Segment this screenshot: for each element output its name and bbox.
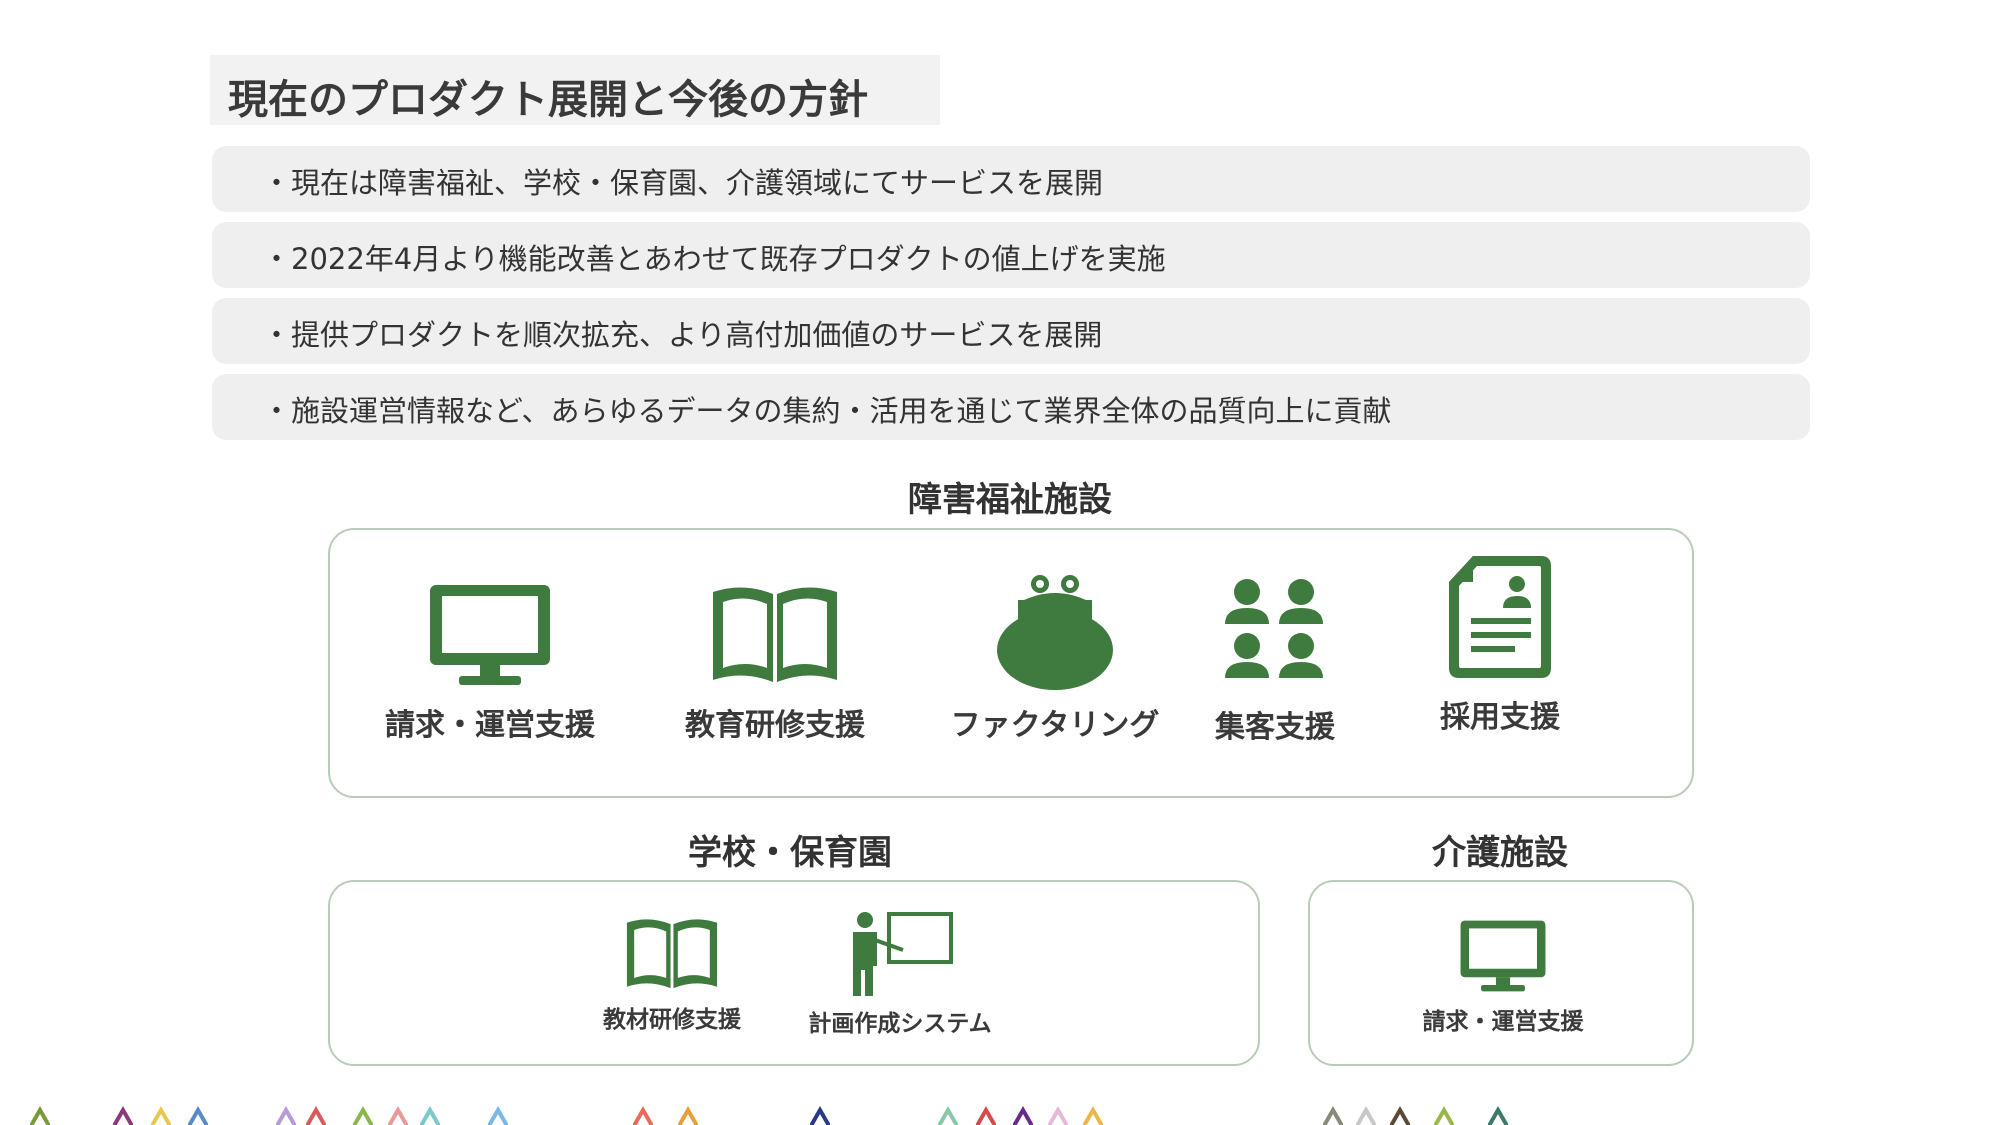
resume-icon [1449,556,1551,678]
bullet-item: ・施設運営情報など、あらゆるデータの集約・活用を通じて業界全体の品質向上に貢献 [212,374,1810,440]
service-label: 教材研修支援 [603,1007,741,1033]
section-title-welfare: 障害福祉施設 [908,480,1112,520]
section-title-school: 学校・保育園 [688,833,892,873]
purse-icon [997,575,1113,690]
bullet-text: ・施設運営情報など、あらゆるデータの集約・活用を通じて業界全体の品質向上に貢献 [262,394,1392,428]
service-label: 採用支援 [1440,700,1560,735]
service-label: 教育研修支援 [685,708,865,743]
bullet-text: ・現在は障害福祉、学校・保育園、介護領域にてサービスを展開 [262,166,1104,200]
page-title-box: 現在のプロダクト展開と今後の方針 [210,55,940,125]
school-panel: 教材研修支援 計画作成システム [328,880,1260,1066]
page-title: 現在のプロダクト展開と今後の方針 [228,77,868,123]
bullet-item: ・現在は障害福祉、学校・保育園、介護領域にてサービスを展開 [212,146,1810,212]
book-icon [713,587,837,682]
care-panel: 請求・運営支援 [1308,880,1694,1066]
service-marketing: 集客支援 [1170,578,1380,746]
service-billing: 請求・運営支援 [370,580,610,744]
bullet-text: ・提供プロダクトを順次拡充、より高付加価値のサービスを展開 [262,318,1103,352]
people-icon [1225,579,1323,678]
service-training: 教育研修支援 [655,580,895,744]
service-materials: 教材研修支援 [592,914,752,1034]
service-label: 計画作成システム [808,1011,992,1037]
service-billing-care: 請求・運営支援 [1393,916,1613,1036]
teacher-icon [853,912,953,996]
service-recruiting: 採用支援 [1395,552,1605,736]
service-planning: 計画作成システム [800,910,1000,1038]
service-label: 請求・運営支援 [1422,1009,1584,1035]
welfare-panel: 請求・運営支援 教育研修支援 ファクタリング 集客支援 採用支援 [328,528,1694,798]
monitor-icon [430,585,550,685]
bullet-text: ・2022年4月より機能改善とあわせて既存プロダクトの値上げを実施 [262,242,1166,276]
service-label: ファクタリング [950,708,1160,743]
decorative-figures [30,1105,1508,1125]
service-label: 請求・運営支援 [385,708,595,743]
service-label: 集客支援 [1215,710,1335,745]
book-icon [626,919,718,989]
service-factoring: ファクタリング [935,572,1175,744]
bullet-item: ・2022年4月より機能改善とあわせて既存プロダクトの値上げを実施 [212,222,1810,288]
section-title-care: 介護施設 [1432,833,1568,873]
monitor-icon [1460,920,1546,992]
bullet-item: ・提供プロダクトを順次拡充、より高付加価値のサービスを展開 [212,298,1810,364]
